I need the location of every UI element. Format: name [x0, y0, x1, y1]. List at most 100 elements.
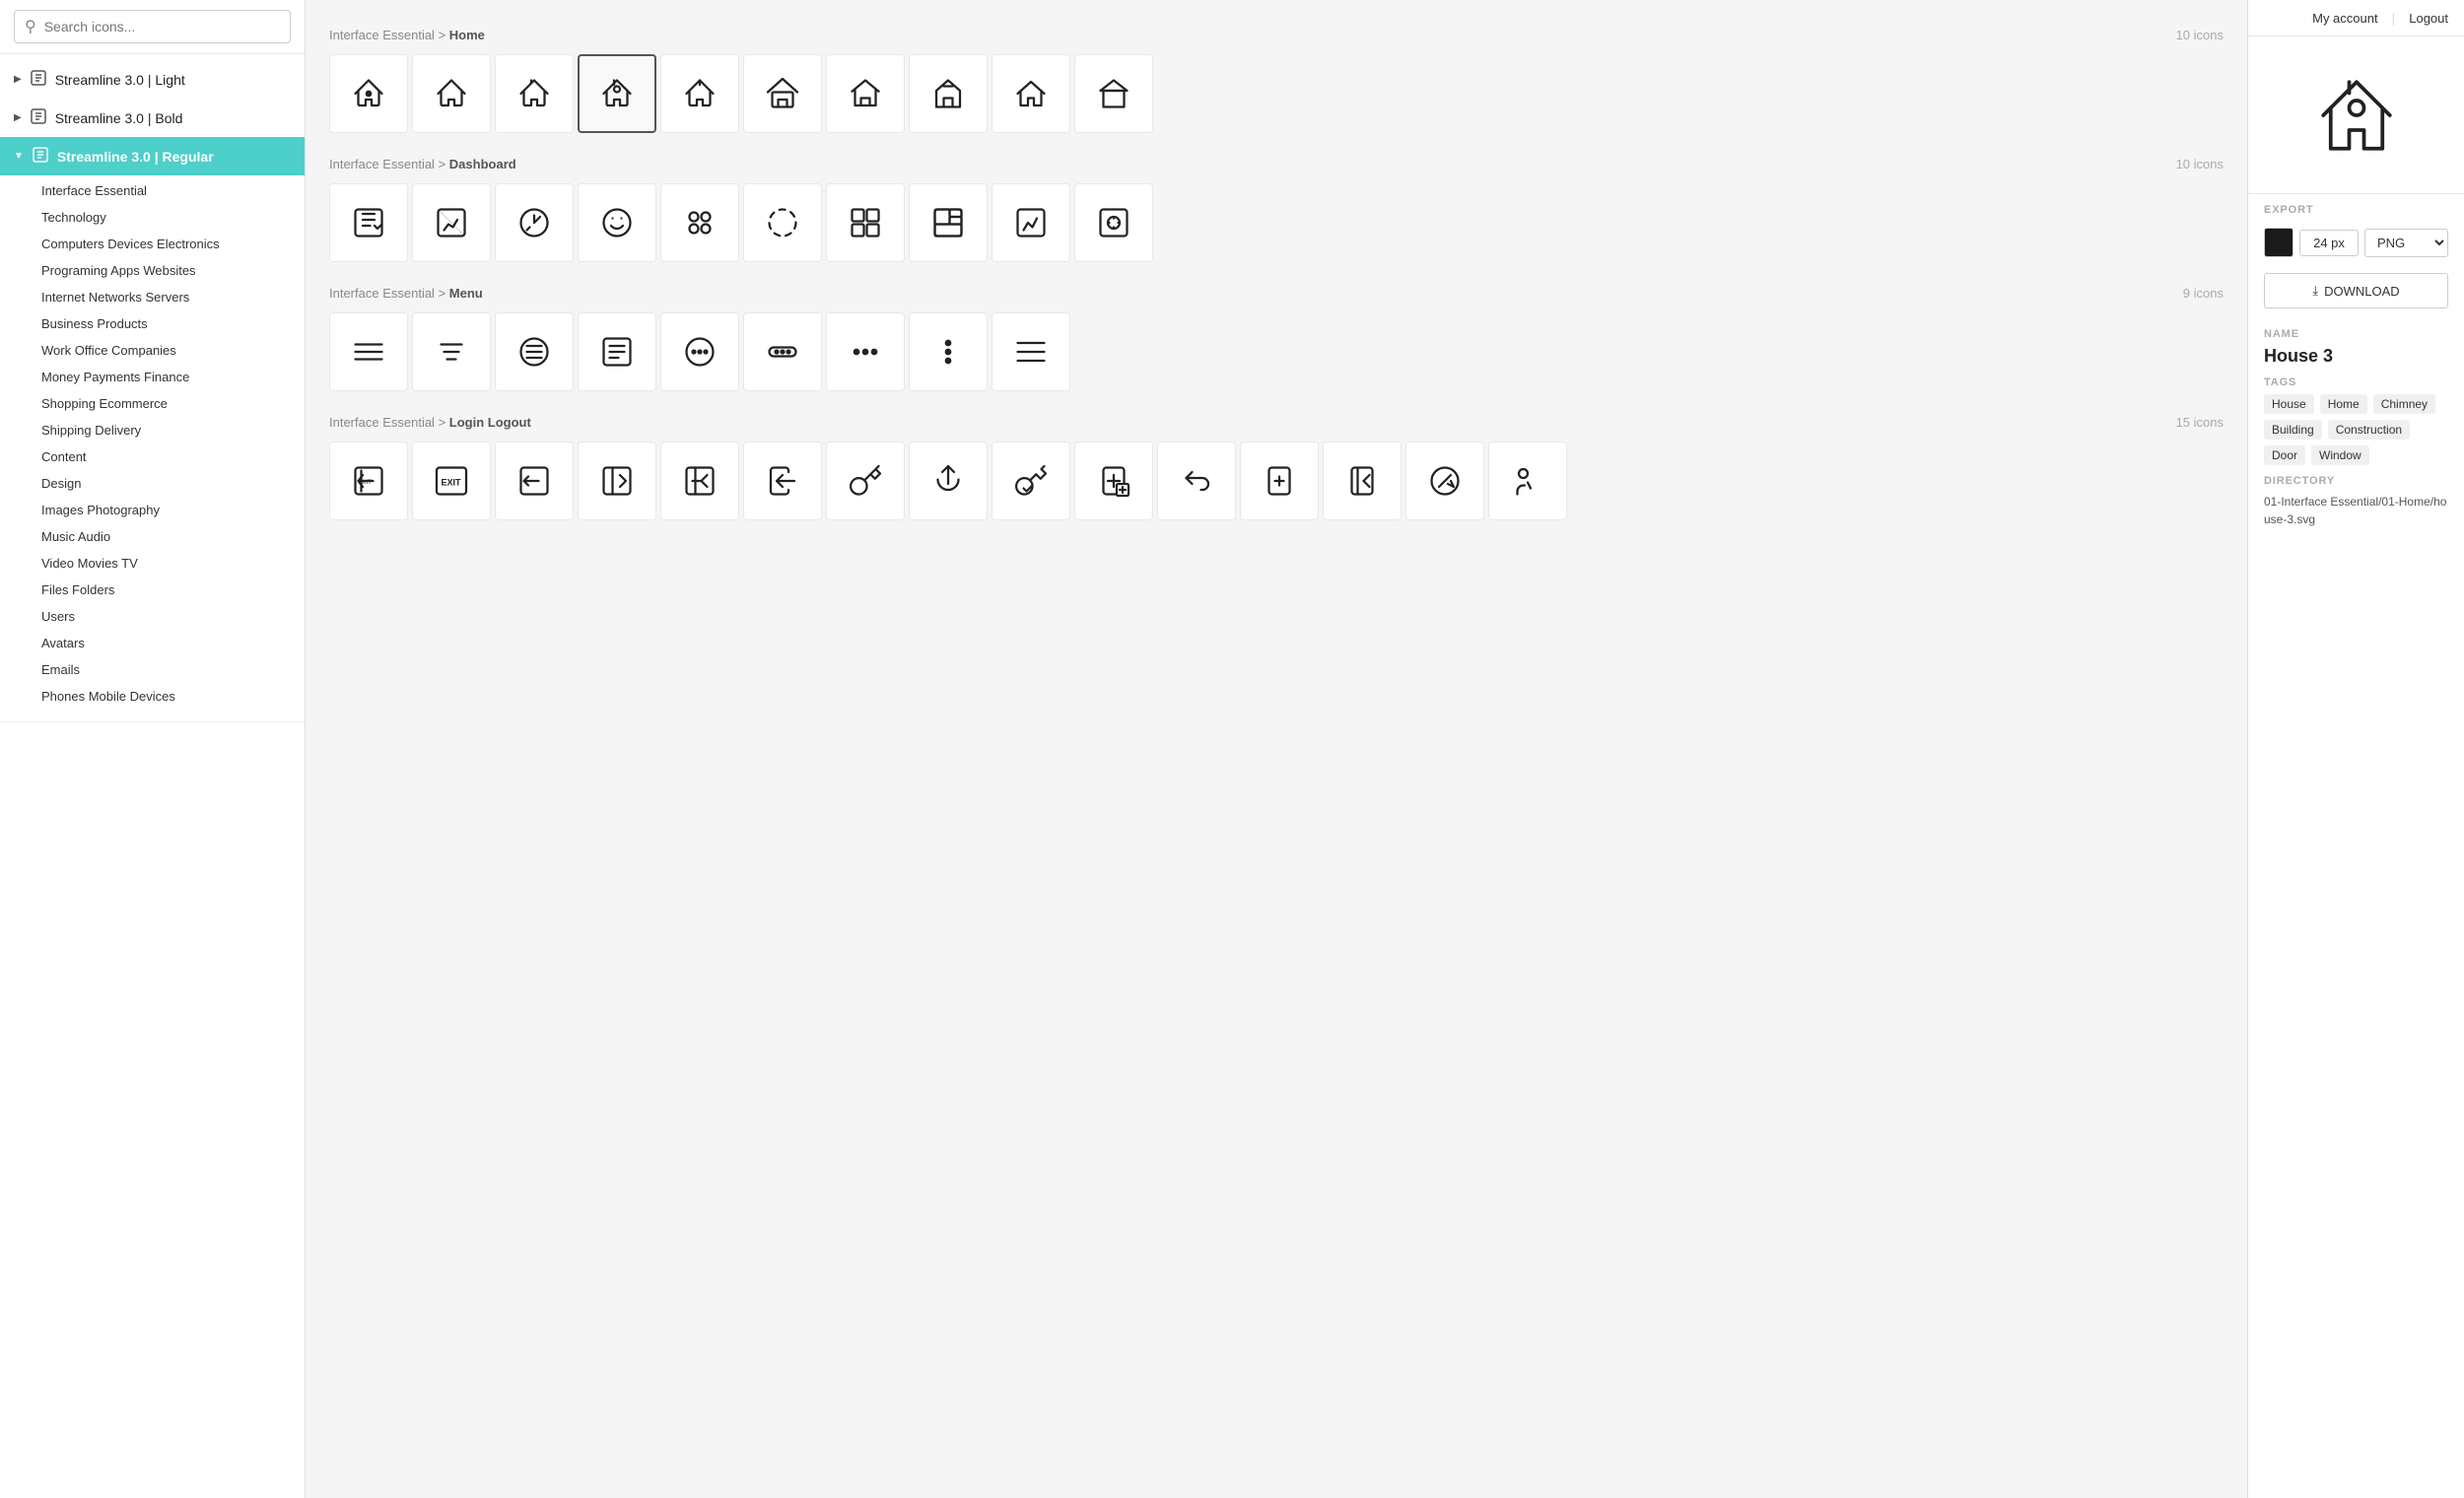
subitem-interface-essential[interactable]: Interface Essential	[0, 177, 305, 204]
breadcrumb-dashboard: Interface Essential > Dashboard	[329, 157, 516, 171]
subitem-internet[interactable]: Internet Networks Servers	[0, 284, 305, 310]
format-select[interactable]: PNG SVG PDF	[2364, 229, 2448, 257]
export-controls: PNG SVG PDF	[2248, 220, 2464, 265]
icons-grid-dashboard	[329, 183, 2224, 262]
icon-cell[interactable]	[412, 183, 491, 262]
subitems-list: Interface Essential Technology Computers…	[0, 175, 305, 715]
download-icon: ⤓	[2312, 283, 2318, 299]
right-top-bar: My account | Logout	[2248, 0, 2464, 36]
icon-cell[interactable]	[578, 183, 656, 262]
tag-window[interactable]: Window	[2311, 445, 2369, 465]
subitem-content[interactable]: Content	[0, 443, 305, 470]
icon-cell[interactable]	[909, 183, 988, 262]
icon-cell[interactable]	[743, 183, 822, 262]
icon-cell[interactable]	[1074, 183, 1153, 262]
subitem-money[interactable]: Money Payments Finance	[0, 364, 305, 390]
tag-chimney[interactable]: Chimney	[2373, 394, 2435, 414]
tag-home[interactable]: Home	[2320, 394, 2367, 414]
icon-cell[interactable]	[495, 183, 574, 262]
icon-cell[interactable]	[826, 442, 905, 520]
icon-cell[interactable]	[826, 183, 905, 262]
icon-cell[interactable]	[495, 312, 574, 391]
icon-count-menu: 9 icons	[2183, 286, 2224, 301]
subitem-images[interactable]: Images Photography	[0, 497, 305, 523]
tag-building[interactable]: Building	[2264, 420, 2322, 440]
icon-cell[interactable]: EXIT	[329, 442, 408, 520]
subitem-video[interactable]: Video Movies TV	[0, 550, 305, 577]
icon-cell[interactable]	[660, 442, 739, 520]
tags-label: TAGS	[2264, 376, 2448, 388]
collection-regular-label: Streamline 3.0 | Regular	[57, 149, 214, 165]
icon-cell[interactable]	[909, 54, 988, 133]
icon-cell[interactable]	[743, 54, 822, 133]
my-account-link[interactable]: My account	[2312, 11, 2377, 26]
icon-cell[interactable]	[329, 312, 408, 391]
sidebar: ⚲ ▶ Streamline 3.0 | Light ▶	[0, 0, 306, 1498]
icon-cell[interactable]	[1405, 442, 1484, 520]
icon-cell[interactable]	[826, 54, 905, 133]
icon-cell-exit[interactable]: EXIT	[412, 442, 491, 520]
color-picker[interactable]	[2264, 228, 2293, 257]
icon-cell[interactable]	[1157, 442, 1236, 520]
icon-cell[interactable]	[1488, 442, 1567, 520]
icon-cell[interactable]	[660, 312, 739, 391]
subitem-phones[interactable]: Phones Mobile Devices	[0, 683, 305, 710]
name-label: NAME	[2264, 328, 2448, 340]
subitem-work[interactable]: Work Office Companies	[0, 337, 305, 364]
icon-cell[interactable]	[743, 312, 822, 391]
icon-count-dashboard: 10 icons	[2176, 157, 2224, 171]
icon-cell-selected[interactable]	[578, 54, 656, 133]
icon-cell[interactable]	[660, 183, 739, 262]
search-input[interactable]	[44, 19, 280, 34]
icon-cell[interactable]	[660, 54, 739, 133]
subitem-design[interactable]: Design	[0, 470, 305, 497]
section-header-login-logout: Interface Essential > Login Logout 15 ic…	[329, 415, 2224, 430]
icon-cell[interactable]	[412, 54, 491, 133]
icon-cell[interactable]	[1074, 54, 1153, 133]
subitem-business[interactable]: Business Products	[0, 310, 305, 337]
section-header-dashboard: Interface Essential > Dashboard 10 icons	[329, 157, 2224, 171]
subitem-users[interactable]: Users	[0, 603, 305, 630]
collection-bold[interactable]: ▶ Streamline 3.0 | Bold	[0, 99, 305, 137]
subitem-files[interactable]: Files Folders	[0, 577, 305, 603]
icon-cell[interactable]	[992, 54, 1070, 133]
section-header-menu: Interface Essential > Menu 9 icons	[329, 286, 2224, 301]
icon-cell[interactable]	[992, 183, 1070, 262]
icon-cell[interactable]	[826, 312, 905, 391]
icon-cell[interactable]	[495, 54, 574, 133]
subitem-shopping[interactable]: Shopping Ecommerce	[0, 390, 305, 417]
subitem-computers[interactable]: Computers Devices Electronics	[0, 231, 305, 257]
size-input[interactable]	[2299, 230, 2359, 256]
subitem-emails[interactable]: Emails	[0, 656, 305, 683]
icon-cell[interactable]	[1074, 442, 1153, 520]
collection-regular[interactable]: ▼ Streamline 3.0 | Regular	[0, 137, 305, 175]
icon-cell[interactable]	[412, 312, 491, 391]
subitem-shipping[interactable]: Shipping Delivery	[0, 417, 305, 443]
subitem-technology[interactable]: Technology	[0, 204, 305, 231]
tag-house[interactable]: House	[2264, 394, 2314, 414]
logout-link[interactable]: Logout	[2409, 11, 2448, 26]
icon-cell[interactable]	[1240, 442, 1319, 520]
subitem-programing[interactable]: Programing Apps Websites	[0, 257, 305, 284]
icon-cell[interactable]	[992, 312, 1070, 391]
meta-section: NAME House 3 TAGS House Home Chimney Bui…	[2248, 316, 2464, 536]
icon-cell[interactable]	[743, 442, 822, 520]
icon-cell[interactable]	[578, 442, 656, 520]
caret-light-icon: ▶	[14, 74, 22, 85]
icon-cell[interactable]	[329, 183, 408, 262]
icon-cell[interactable]	[909, 442, 988, 520]
subitem-avatars[interactable]: Avatars	[0, 630, 305, 656]
tag-door[interactable]: Door	[2264, 445, 2305, 465]
download-button[interactable]: ⤓ DOWNLOAD	[2264, 273, 2448, 308]
breadcrumb-home: Interface Essential > Home	[329, 28, 485, 42]
icon-cell[interactable]	[329, 54, 408, 133]
icon-cell[interactable]	[1323, 442, 1402, 520]
icon-cell[interactable]	[992, 442, 1070, 520]
subitem-music[interactable]: Music Audio	[0, 523, 305, 550]
svg-text:EXIT: EXIT	[359, 480, 373, 486]
icon-cell[interactable]	[909, 312, 988, 391]
icon-cell[interactable]	[578, 312, 656, 391]
tag-construction[interactable]: Construction	[2328, 420, 2410, 440]
collection-light[interactable]: ▶ Streamline 3.0 | Light	[0, 60, 305, 99]
icon-cell[interactable]	[495, 442, 574, 520]
